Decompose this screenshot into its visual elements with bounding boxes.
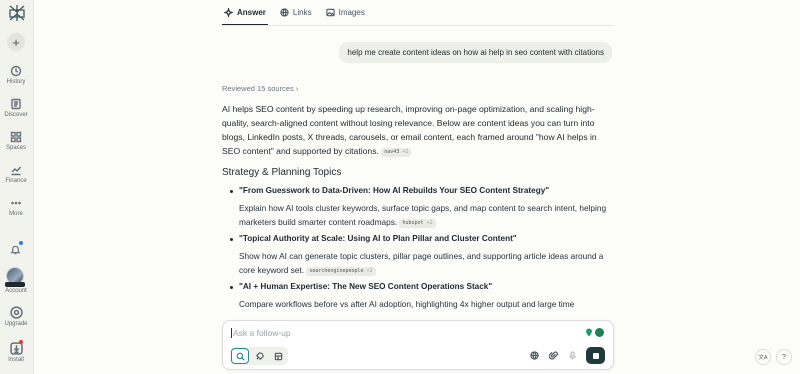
input-actions <box>529 347 605 364</box>
sidebar-item-label: Finance <box>5 178 27 184</box>
citation-source: searchenginepeople <box>309 268 364 274</box>
idea-title: "Topical Authority at Scale: Using AI to… <box>239 234 517 243</box>
answer-intro: AI helps SEO content by speeding up rese… <box>222 102 614 158</box>
idea-description-text: Show how AI can generate topic clusters,… <box>239 251 604 275</box>
finance-icon <box>11 166 22 176</box>
globe-icon <box>280 8 289 17</box>
microphone-icon <box>568 351 576 360</box>
paperclip-icon <box>548 351 558 360</box>
list-item: "AI + Human Expertise: The New SEO Conte… <box>222 280 614 311</box>
labs-icon <box>274 352 282 360</box>
followup-input[interactable]: Ask a follow-up <box>231 328 291 338</box>
more-icon <box>11 201 21 205</box>
help-button[interactable]: ? <box>776 349 792 365</box>
sidebar-item-spaces[interactable]: Spaces <box>0 131 32 151</box>
history-icon <box>10 65 22 77</box>
help-icon: ? <box>782 353 786 361</box>
list-item: "From Guesswork to Data-Driven: How AI R… <box>222 184 614 229</box>
section-heading: Strategy & Planning Topics <box>222 167 342 178</box>
sidebar-item-label: Upgrade <box>4 321 28 327</box>
sidebar-item-label: History <box>6 79 26 85</box>
language-button[interactable]: 文A <box>755 349 771 365</box>
labs-mode-button[interactable] <box>269 348 287 364</box>
stop-icon <box>592 352 599 359</box>
reviewed-sources-link[interactable]: Reviewed 15 sources › <box>222 84 298 93</box>
citation-chip[interactable]: nav43 +2 <box>381 148 412 157</box>
search-icon <box>236 352 245 361</box>
tab-label: Links <box>292 8 312 17</box>
idea-title: "From Guesswork to Data-Driven: How AI R… <box>239 186 550 195</box>
sidebar-item-account[interactable]: Account <box>0 286 32 294</box>
upgrade-icon <box>9 306 23 319</box>
notifications-button[interactable] <box>10 241 23 260</box>
spaces-icon <box>10 131 22 143</box>
sidebar-item-history[interactable]: History <box>0 65 32 85</box>
research-mode-button[interactable] <box>250 348 268 364</box>
bell-icon <box>10 245 21 255</box>
bullet <box>230 286 233 289</box>
citation-source: hubspot <box>402 220 424 226</box>
sidebar-item-finance[interactable]: Finance <box>0 164 32 184</box>
sidebar-item-label: Account <box>5 288 27 294</box>
tab-answer[interactable]: Answer <box>222 0 268 25</box>
tab-links[interactable]: Links <box>278 0 314 25</box>
tab-images[interactable]: Images <box>324 0 367 25</box>
citation-chip[interactable]: hubspot +2 <box>399 219 436 228</box>
attach-button[interactable] <box>548 351 558 361</box>
sidebar-item-label: More <box>9 211 23 217</box>
notification-dot <box>19 241 23 245</box>
user-query-bubble: help me create content ideas on how ai h… <box>339 42 612 63</box>
bullet <box>230 238 233 241</box>
sidebar-item-label: Discover <box>4 112 28 118</box>
tab-label: Answer <box>237 7 266 17</box>
citation-source: nav43 <box>384 149 400 155</box>
image-icon <box>325 8 335 17</box>
stop-button[interactable] <box>586 347 605 364</box>
voice-button[interactable] <box>567 351 577 361</box>
grammarly-icon[interactable] <box>585 328 593 337</box>
sidebar-item-label: Spaces <box>5 145 26 151</box>
source-focus-button[interactable] <box>529 351 539 361</box>
rocket-icon <box>255 351 264 360</box>
sidebar-item-more[interactable]: More <box>0 197 32 217</box>
reviewed-sources-label: Reviewed 15 sources <box>222 84 294 93</box>
sidebar-item-label: Install <box>8 357 24 363</box>
idea-description: Compare workflows before vs after AI ado… <box>239 299 575 309</box>
list-item: "Topical Authority at Scale: Using AI to… <box>222 232 614 277</box>
citation-chip[interactable]: searchenginepeople +2 <box>306 267 376 276</box>
discover-icon <box>11 98 21 110</box>
followup-box: Ask a follow-up <box>222 320 614 370</box>
chevron-right-icon: › <box>295 84 299 93</box>
idea-description: Explain how AI tools cluster keywords, s… <box>239 201 614 229</box>
sidebar-item-discover[interactable]: Discover <box>0 98 32 118</box>
globe-icon <box>529 351 539 360</box>
bullet <box>230 190 233 193</box>
sidebar-item-install[interactable]: Install <box>0 342 32 363</box>
tabs-divider <box>222 25 614 26</box>
translate-icon: 文A <box>758 355 768 361</box>
install-alert-dot <box>19 340 23 344</box>
new-thread-button[interactable]: + <box>7 33 25 51</box>
tab-label: Images <box>338 8 365 17</box>
answer-icon <box>224 7 233 17</box>
answer-body: AI helps SEO content by speeding up rese… <box>222 102 614 314</box>
sidebar-item-upgrade[interactable]: Upgrade <box>0 306 32 327</box>
search-mode-button[interactable] <box>231 348 249 364</box>
citation-count: +2 <box>366 268 373 274</box>
perplexity-logo-icon[interactable] <box>7 3 27 23</box>
mode-toolbar <box>230 347 288 365</box>
idea-description: Show how AI can generate topic clusters,… <box>239 249 614 277</box>
plus-icon: + <box>12 34 20 50</box>
result-tabs: Answer Links Images <box>222 0 367 25</box>
idea-title: "AI + Human Expertise: The New SEO Conte… <box>239 282 493 291</box>
assistant-status-icon[interactable] <box>595 328 604 337</box>
citation-count: +2 <box>402 149 409 155</box>
citation-count: +2 <box>426 220 433 226</box>
sidebar: + History Discover Spaces Finance More A… <box>0 0 34 374</box>
